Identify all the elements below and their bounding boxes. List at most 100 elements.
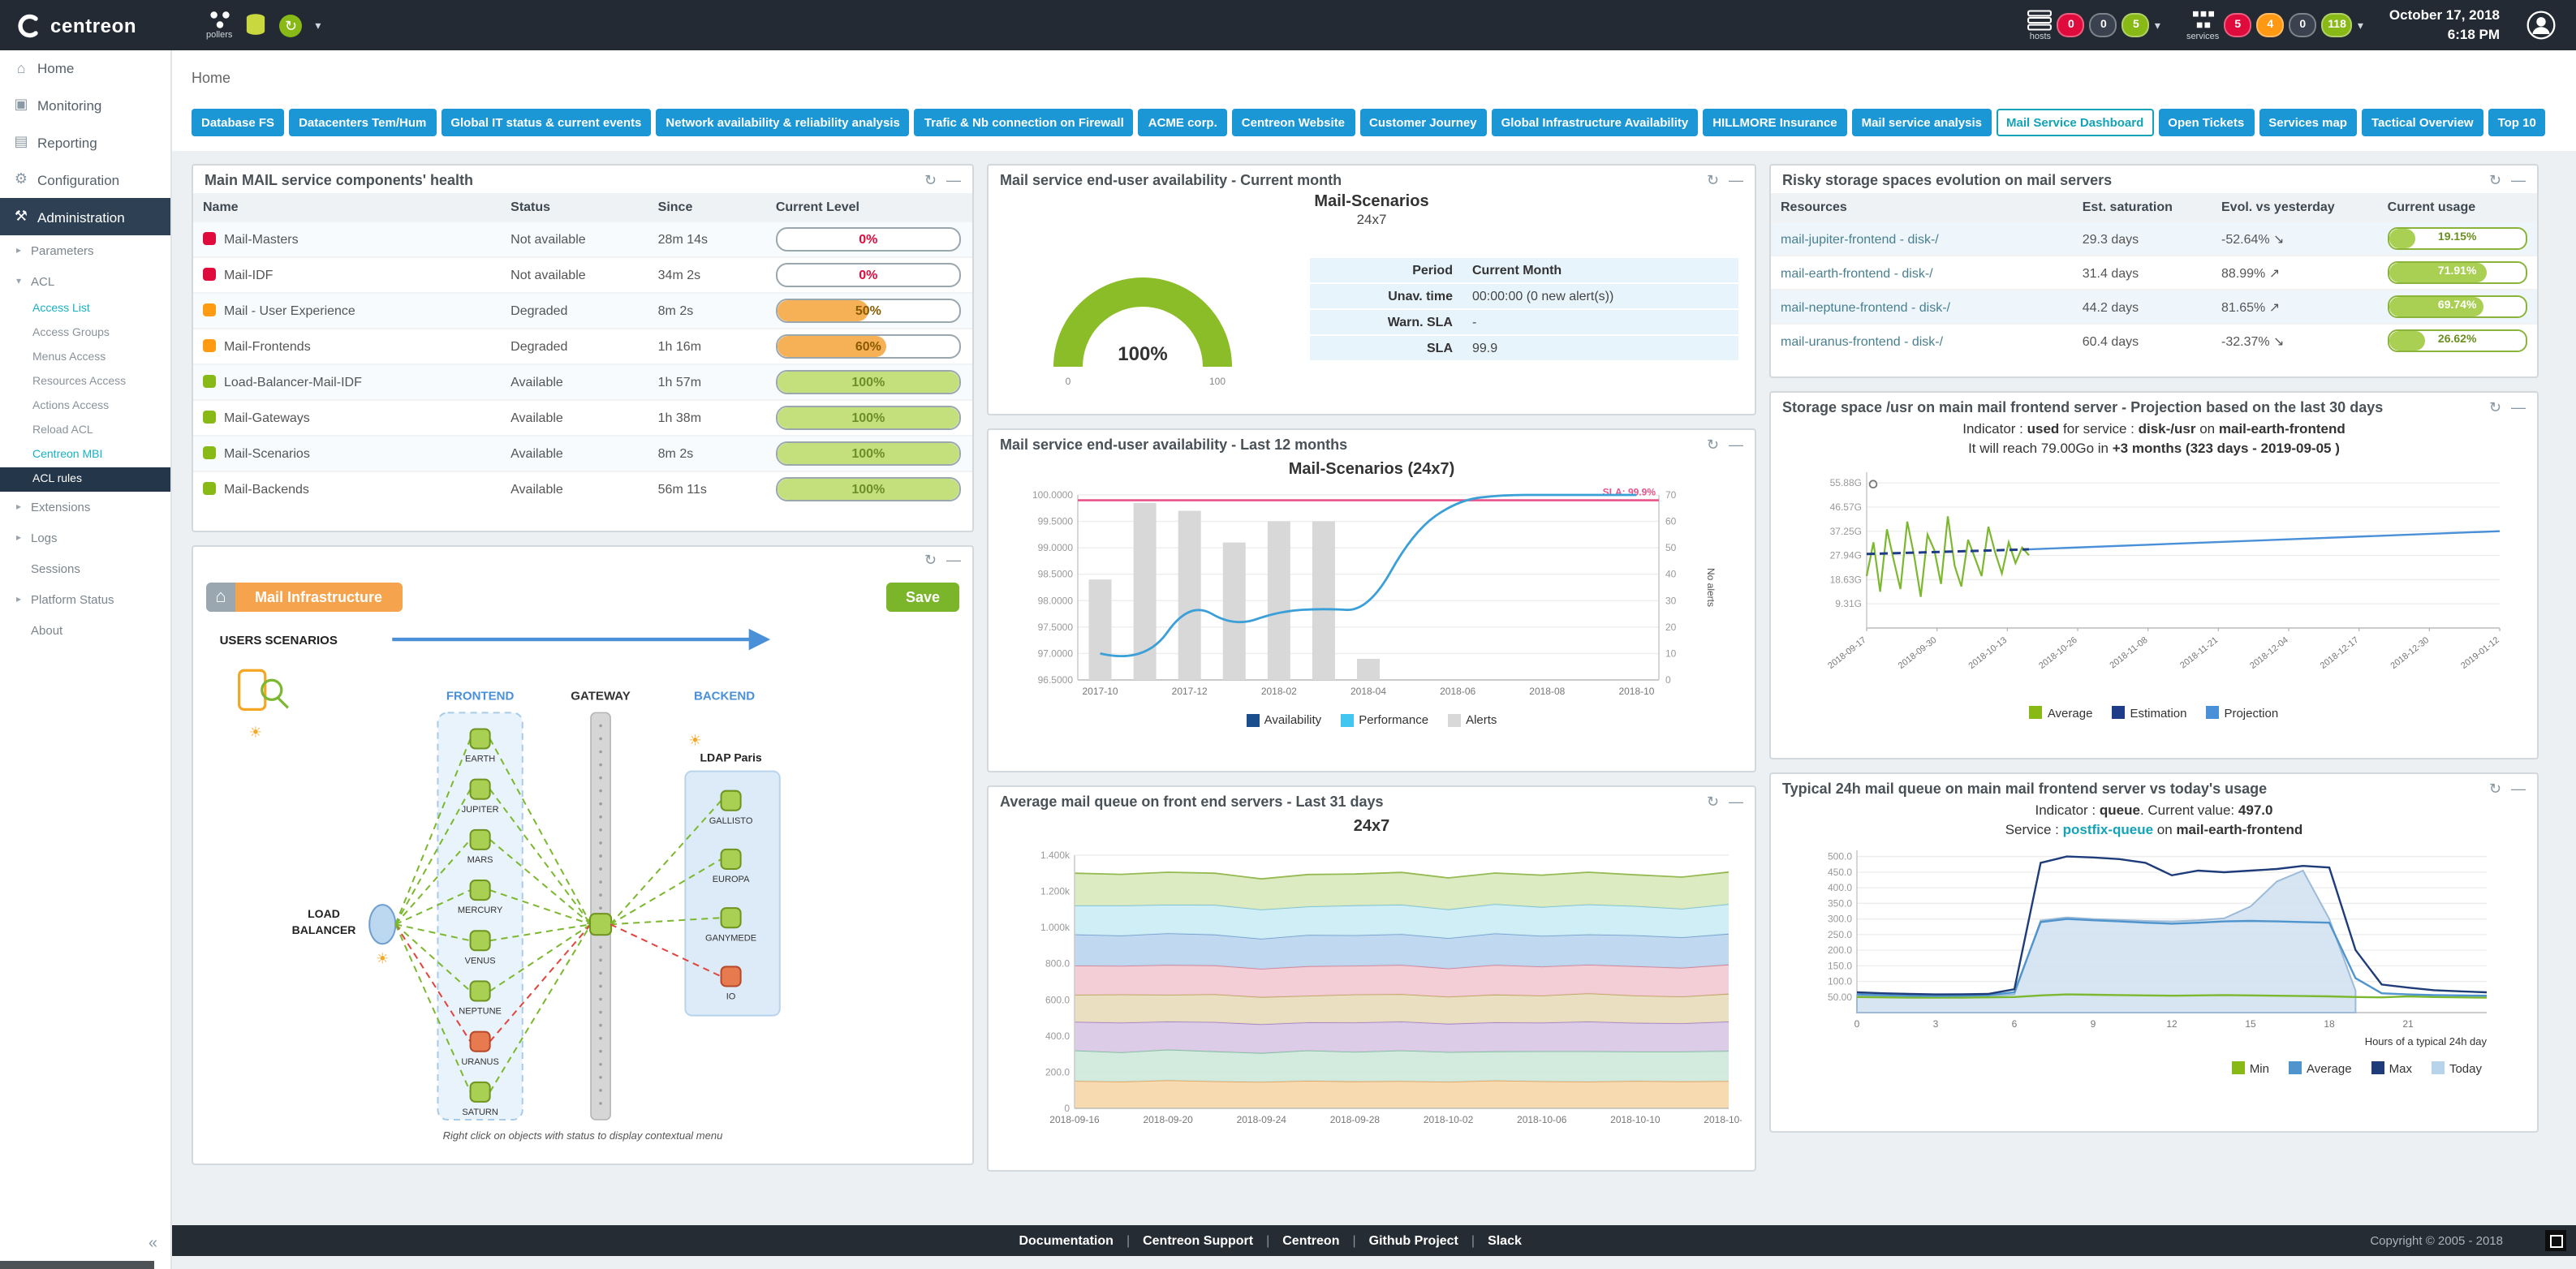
sidebar-item-configuration[interactable]: ⚙Configuration: [0, 161, 170, 198]
tab-datacenters-tem-hum[interactable]: Datacenters Tem/Hum: [289, 109, 436, 136]
table-row: Mail-MastersNot available28m 14s0%: [193, 222, 972, 257]
save-button[interactable]: Save: [886, 583, 959, 612]
refresh-icon[interactable]: ↻: [924, 173, 937, 187]
sidebar-item-reload-acl[interactable]: Reload ACL: [0, 419, 170, 443]
minimize-icon[interactable]: —: [2511, 781, 2526, 796]
service-count-badge[interactable]: 118: [2321, 13, 2353, 37]
sidebar-item-menus-access[interactable]: Menus Access: [0, 346, 170, 370]
tab-acme-corp[interactable]: ACME corp.: [1139, 109, 1227, 136]
svg-text:2018-02: 2018-02: [1260, 686, 1296, 697]
tab-database-fs[interactable]: Database FS: [192, 109, 284, 136]
tab-global-it-status-current-events[interactable]: Global IT status & current events: [441, 109, 651, 136]
sidebar-collapse-icon[interactable]: «: [149, 1235, 157, 1253]
gauge-subtitle: 24x7: [989, 211, 1755, 227]
evolution-cell: -52.64% ↘: [2212, 222, 2378, 256]
svg-text:2018-12-17: 2018-12-17: [2319, 634, 2361, 670]
legend-swatch: [1247, 713, 1260, 726]
sidebar-item-administration[interactable]: ⚒Administration: [0, 198, 170, 235]
refresh-icon[interactable]: ↻: [924, 553, 937, 568]
hosts-status-group[interactable]: hosts 005 ▾: [2028, 9, 2160, 41]
minimize-icon[interactable]: —: [946, 553, 961, 568]
footer-link-github-project[interactable]: Github Project: [1369, 1233, 1458, 1248]
diagram-title-chip[interactable]: Mail Infrastructure: [235, 583, 402, 612]
services-status-group[interactable]: services 540118 ▾: [2186, 9, 2363, 41]
refresh-icon[interactable]: ↻: [2489, 781, 2501, 796]
sidebar-item-about[interactable]: About: [0, 615, 170, 646]
centreon-logo[interactable]: centreon: [0, 12, 187, 38]
tab-services-map[interactable]: Services map: [2259, 109, 2357, 136]
tab-network-availability-reliability-analysis[interactable]: Network availability & reliability analy…: [656, 109, 909, 136]
level-cell: 50%: [766, 293, 972, 329]
since-cell: 56m 11s: [648, 471, 766, 506]
time-text: 6:18 PM: [2389, 25, 2500, 44]
tab-mail-service-dashboard[interactable]: Mail Service Dashboard: [1997, 109, 2153, 136]
status-square: [203, 232, 216, 245]
sidebar-item-label: Platform Status: [31, 592, 114, 607]
minimize-icon[interactable]: —: [2511, 400, 2526, 415]
service-count-badge[interactable]: 0: [2289, 13, 2316, 37]
sidebar-item-actions-access[interactable]: Actions Access: [0, 394, 170, 419]
svg-text:2018-09-24: 2018-09-24: [1236, 1114, 1286, 1125]
host-count-badge[interactable]: 0: [2057, 13, 2085, 37]
minimize-icon[interactable]: —: [1729, 437, 1743, 452]
sidebar-item-access-groups[interactable]: Access Groups: [0, 321, 170, 346]
tab-customer-journey[interactable]: Customer Journey: [1359, 109, 1487, 136]
sidebar-item-sessions[interactable]: Sessions: [0, 553, 170, 584]
infrastructure-diagram[interactable]: USERS SCENARIOS☀FRONTENDGATEWAYBACKEND☀L…: [200, 615, 966, 1128]
chevron-down-icon[interactable]: ▾: [315, 19, 321, 32]
svg-text:2018-10: 2018-10: [1618, 686, 1653, 697]
sidebar-item-access-list[interactable]: Access List: [0, 297, 170, 321]
footer-link-documentation[interactable]: Documentation: [1019, 1233, 1113, 1248]
poller-status-group[interactable]: pollers ↻ ▾: [187, 10, 340, 41]
svg-text:70: 70: [1665, 489, 1676, 501]
tab-mail-service-analysis[interactable]: Mail service analysis: [1852, 109, 1992, 136]
horizontal-scrollbar-thumb[interactable]: [0, 1261, 154, 1269]
refresh-icon[interactable]: ↻: [2489, 400, 2501, 415]
tab-top-10[interactable]: Top 10: [2488, 109, 2546, 136]
footer-link-centreon[interactable]: Centreon: [1282, 1233, 1339, 1248]
legend-label: Average: [2048, 706, 2093, 721]
minimize-icon[interactable]: —: [946, 173, 961, 187]
tab-hillmore-insurance[interactable]: HILLMORE Insurance: [1703, 109, 1846, 136]
sidebar-item-logs[interactable]: ▸Logs: [0, 523, 170, 553]
footer-link-centreon-support[interactable]: Centreon Support: [1143, 1233, 1253, 1248]
footer-link-slack[interactable]: Slack: [1488, 1233, 1522, 1248]
sidebar-item-centreon-mbi[interactable]: Centreon MBI: [0, 443, 170, 467]
refresh-icon[interactable]: ↻: [1707, 794, 1719, 809]
sidebar-item-resources-access[interactable]: Resources Access: [0, 370, 170, 394]
user-profile-icon[interactable]: [2526, 10, 2557, 41]
sidebar-item-parameters[interactable]: ▸Parameters: [0, 235, 170, 266]
sidebar-item-platform-status[interactable]: ▸Platform Status: [0, 584, 170, 615]
chevron-down-icon[interactable]: ▾: [2358, 19, 2363, 32]
panel-risky-storage: Risky storage spaces evolution on mail s…: [1769, 164, 2539, 378]
svg-text:100: 100: [1209, 376, 1226, 387]
tab-open-tickets[interactable]: Open Tickets: [2158, 109, 2254, 136]
legend-swatch: [2432, 1062, 2445, 1075]
minimize-icon[interactable]: —: [1729, 794, 1743, 809]
tab-tactical-overview[interactable]: Tactical Overview: [2362, 109, 2483, 136]
minimize-icon[interactable]: —: [1729, 173, 1743, 187]
sidebar-item-extensions[interactable]: ▸Extensions: [0, 492, 170, 523]
host-count-badge[interactable]: 0: [2090, 13, 2117, 37]
footer-separator: |: [1266, 1233, 1269, 1248]
tab-global-infrastructure-availability[interactable]: Global Infrastructure Availability: [1492, 109, 1699, 136]
refresh-icon[interactable]: ↻: [1707, 437, 1719, 452]
sidebar-item-acl[interactable]: ▾ACL: [0, 266, 170, 297]
service-count-badge[interactable]: 5: [2224, 13, 2251, 37]
chevron-down-icon[interactable]: ▾: [2155, 19, 2160, 32]
sidebar-item-home[interactable]: ⌂Home: [0, 50, 170, 86]
service-count-badge[interactable]: 4: [2256, 13, 2284, 37]
fullscreen-icon[interactable]: [2545, 1230, 2566, 1251]
minimize-icon[interactable]: —: [2511, 173, 2526, 187]
mail-queue-stacked-chart: 200.0400.0600.0800.01.000k1.200k1.400k02…: [1002, 839, 1741, 1141]
tab-trafic-nb-connection-on-firewall[interactable]: Trafic & Nb connection on Firewall: [915, 109, 1134, 136]
sidebar-item-acl-rules[interactable]: ACL rules: [0, 467, 170, 492]
refresh-icon[interactable]: ↻: [1707, 173, 1719, 187]
host-count-badge[interactable]: 5: [2122, 13, 2150, 37]
column-header: Est. saturation: [2073, 193, 2212, 222]
sidebar-item-monitoring[interactable]: ▣Monitoring: [0, 86, 170, 123]
refresh-icon[interactable]: ↻: [2489, 173, 2501, 187]
breadcrumb-home-link[interactable]: Home: [192, 70, 230, 86]
tab-centreon-website[interactable]: Centreon Website: [1232, 109, 1355, 136]
sidebar-item-reporting[interactable]: ▤Reporting: [0, 123, 170, 161]
